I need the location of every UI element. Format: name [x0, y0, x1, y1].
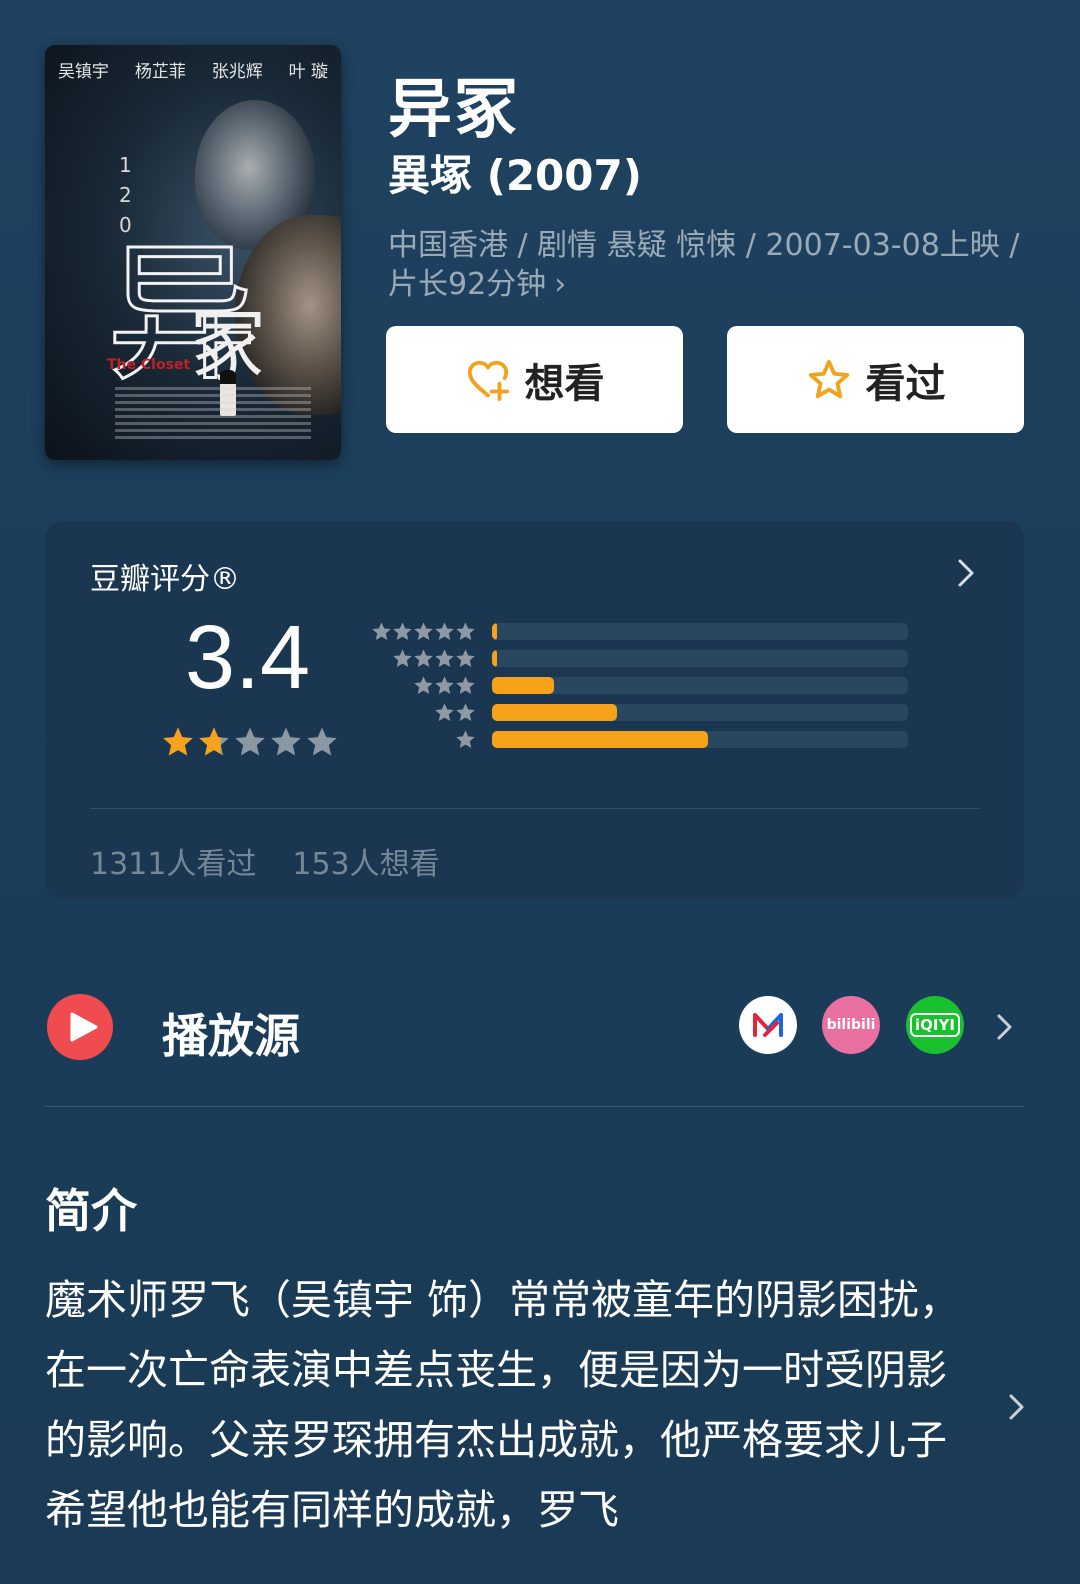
- rating-distribution-row: [370, 699, 908, 726]
- distribution-stars: [370, 621, 476, 642]
- want-to-watch-label: 想看: [524, 360, 605, 407]
- distribution-bar-fill: [492, 704, 617, 721]
- movie-meta-text: 中国香港 / 剧情 悬疑 惊悚 / 2007-03-08上映 / 片长92分钟: [388, 228, 1020, 302]
- distribution-stars: [370, 675, 476, 696]
- distribution-star-icon: [456, 622, 475, 640]
- poster-credits: [115, 387, 311, 442]
- poster-number: 1: [119, 153, 132, 177]
- distribution-bar-track: [492, 704, 908, 721]
- iqiyi-text: iQIYI: [910, 1013, 960, 1037]
- distribution-star-icon: [435, 622, 454, 640]
- distribution-star-icon: [456, 730, 475, 748]
- distribution-bar-fill: [492, 677, 555, 694]
- bilibili-text: bilibili: [826, 1017, 876, 1033]
- play-icon: [47, 994, 113, 1060]
- rating-stars: [161, 725, 339, 759]
- intro-heading: 简介: [45, 1184, 137, 1238]
- mgtv-logo: [753, 1013, 783, 1037]
- watched-button[interactable]: 看过: [727, 326, 1024, 433]
- section-divider: [45, 1106, 1024, 1107]
- star-outline-icon: [808, 359, 849, 398]
- distribution-stars: [370, 702, 476, 723]
- rating-distribution-row: [370, 645, 908, 672]
- rating-distribution-row: [370, 672, 908, 699]
- poster-numbers: 1 2 0: [119, 150, 137, 240]
- movie-meta[interactable]: 中国香港 / 剧情 悬疑 惊悚 / 2007-03-08上映 / 片长92分钟 ›: [388, 226, 1038, 304]
- wanted-count[interactable]: 153人想看: [292, 839, 439, 883]
- distribution-star-icon: [414, 676, 433, 694]
- distribution-star-icon: [456, 676, 475, 694]
- distribution-star-icon: [456, 703, 475, 721]
- rating-star-icon: [271, 727, 301, 756]
- distribution-bar-track: [492, 677, 908, 694]
- intro-text[interactable]: 魔术师罗飞（吴镇宇 饰）常常被童年的阴影困扰，在一次亡命表演中差点丧生，便是因为…: [45, 1265, 965, 1545]
- distribution-star-icon: [435, 676, 454, 694]
- heart-plus-icon: [467, 360, 509, 401]
- rating-distribution-row: [370, 726, 908, 753]
- watched-label: 看过: [865, 360, 946, 407]
- poster-number: 2: [119, 183, 132, 207]
- poster-english-title: The Closet: [107, 357, 191, 373]
- distribution-star-icon: [372, 622, 391, 640]
- rating-score: 3.4: [185, 608, 311, 708]
- distribution-bar-fill: [492, 623, 497, 640]
- distribution-star-icon: [414, 649, 433, 667]
- rating-card[interactable]: 豆瓣评分® 3.4 1311人看过 153人想看: [45, 521, 1024, 899]
- rating-distribution: [370, 618, 908, 753]
- play-source-row[interactable]: 播放源 bilibili iQIYI: [45, 990, 1024, 1065]
- rating-star-icon: [163, 727, 193, 756]
- watched-count[interactable]: 1311人看过: [90, 839, 256, 883]
- rating-divider: [90, 808, 979, 809]
- rating-label: 豆瓣评分®: [90, 562, 240, 597]
- play-source-label: 播放源: [162, 1009, 300, 1063]
- mgtv-icon[interactable]: [739, 996, 797, 1054]
- rating-star-icon: [307, 727, 337, 756]
- distribution-stars: [370, 648, 476, 669]
- chevron-right-icon[interactable]: [994, 1008, 1016, 1046]
- rating-star-icon: [199, 727, 229, 756]
- distribution-star-icon: [393, 649, 412, 667]
- movie-original-title: 異塚 (2007): [388, 151, 642, 200]
- bilibili-icon[interactable]: bilibili: [822, 996, 880, 1054]
- rating-counts: 1311人看过 153人想看: [90, 839, 440, 883]
- poster-actor: 杨芷菲: [134, 62, 186, 82]
- rating-distribution-row: [370, 618, 908, 645]
- poster-actor: 张兆辉: [211, 62, 263, 82]
- distribution-star-icon: [414, 622, 433, 640]
- movie-poster[interactable]: 吴镇宇 杨芷菲 张兆辉 叶 璇 1 2 0 异 冢 The Closet: [45, 45, 341, 460]
- distribution-bar-track: [492, 731, 908, 748]
- rating-star-icon: [235, 727, 265, 756]
- chevron-right-icon[interactable]: [1006, 1388, 1028, 1426]
- poster-actor: 叶 璇: [288, 62, 329, 82]
- movie-detail-page: 吴镇宇 杨芷菲 张兆辉 叶 璇 1 2 0 异 冢 The Closet 异冢 …: [0, 0, 1080, 1584]
- distribution-star-icon: [435, 703, 454, 721]
- distribution-bar-fill: [492, 731, 709, 748]
- chevron-right-icon: ›: [554, 267, 567, 302]
- distribution-bar-fill: [492, 650, 497, 667]
- distribution-star-icon: [393, 622, 412, 640]
- distribution-stars: [370, 729, 476, 750]
- iqiyi-icon[interactable]: iQIYI: [906, 996, 964, 1054]
- distribution-bar-track: [492, 623, 908, 640]
- want-to-watch-button[interactable]: 想看: [386, 326, 683, 433]
- movie-title: 异冢: [388, 73, 520, 147]
- distribution-star-icon: [435, 649, 454, 667]
- poster-actor-names: 吴镇宇 杨芷菲 张兆辉 叶 璇: [45, 57, 341, 82]
- chevron-right-icon[interactable]: [954, 553, 978, 593]
- play-triangle-icon: [70, 1012, 97, 1042]
- distribution-bar-track: [492, 650, 908, 667]
- distribution-star-icon: [456, 649, 475, 667]
- poster-actor: 吴镇宇: [57, 62, 109, 82]
